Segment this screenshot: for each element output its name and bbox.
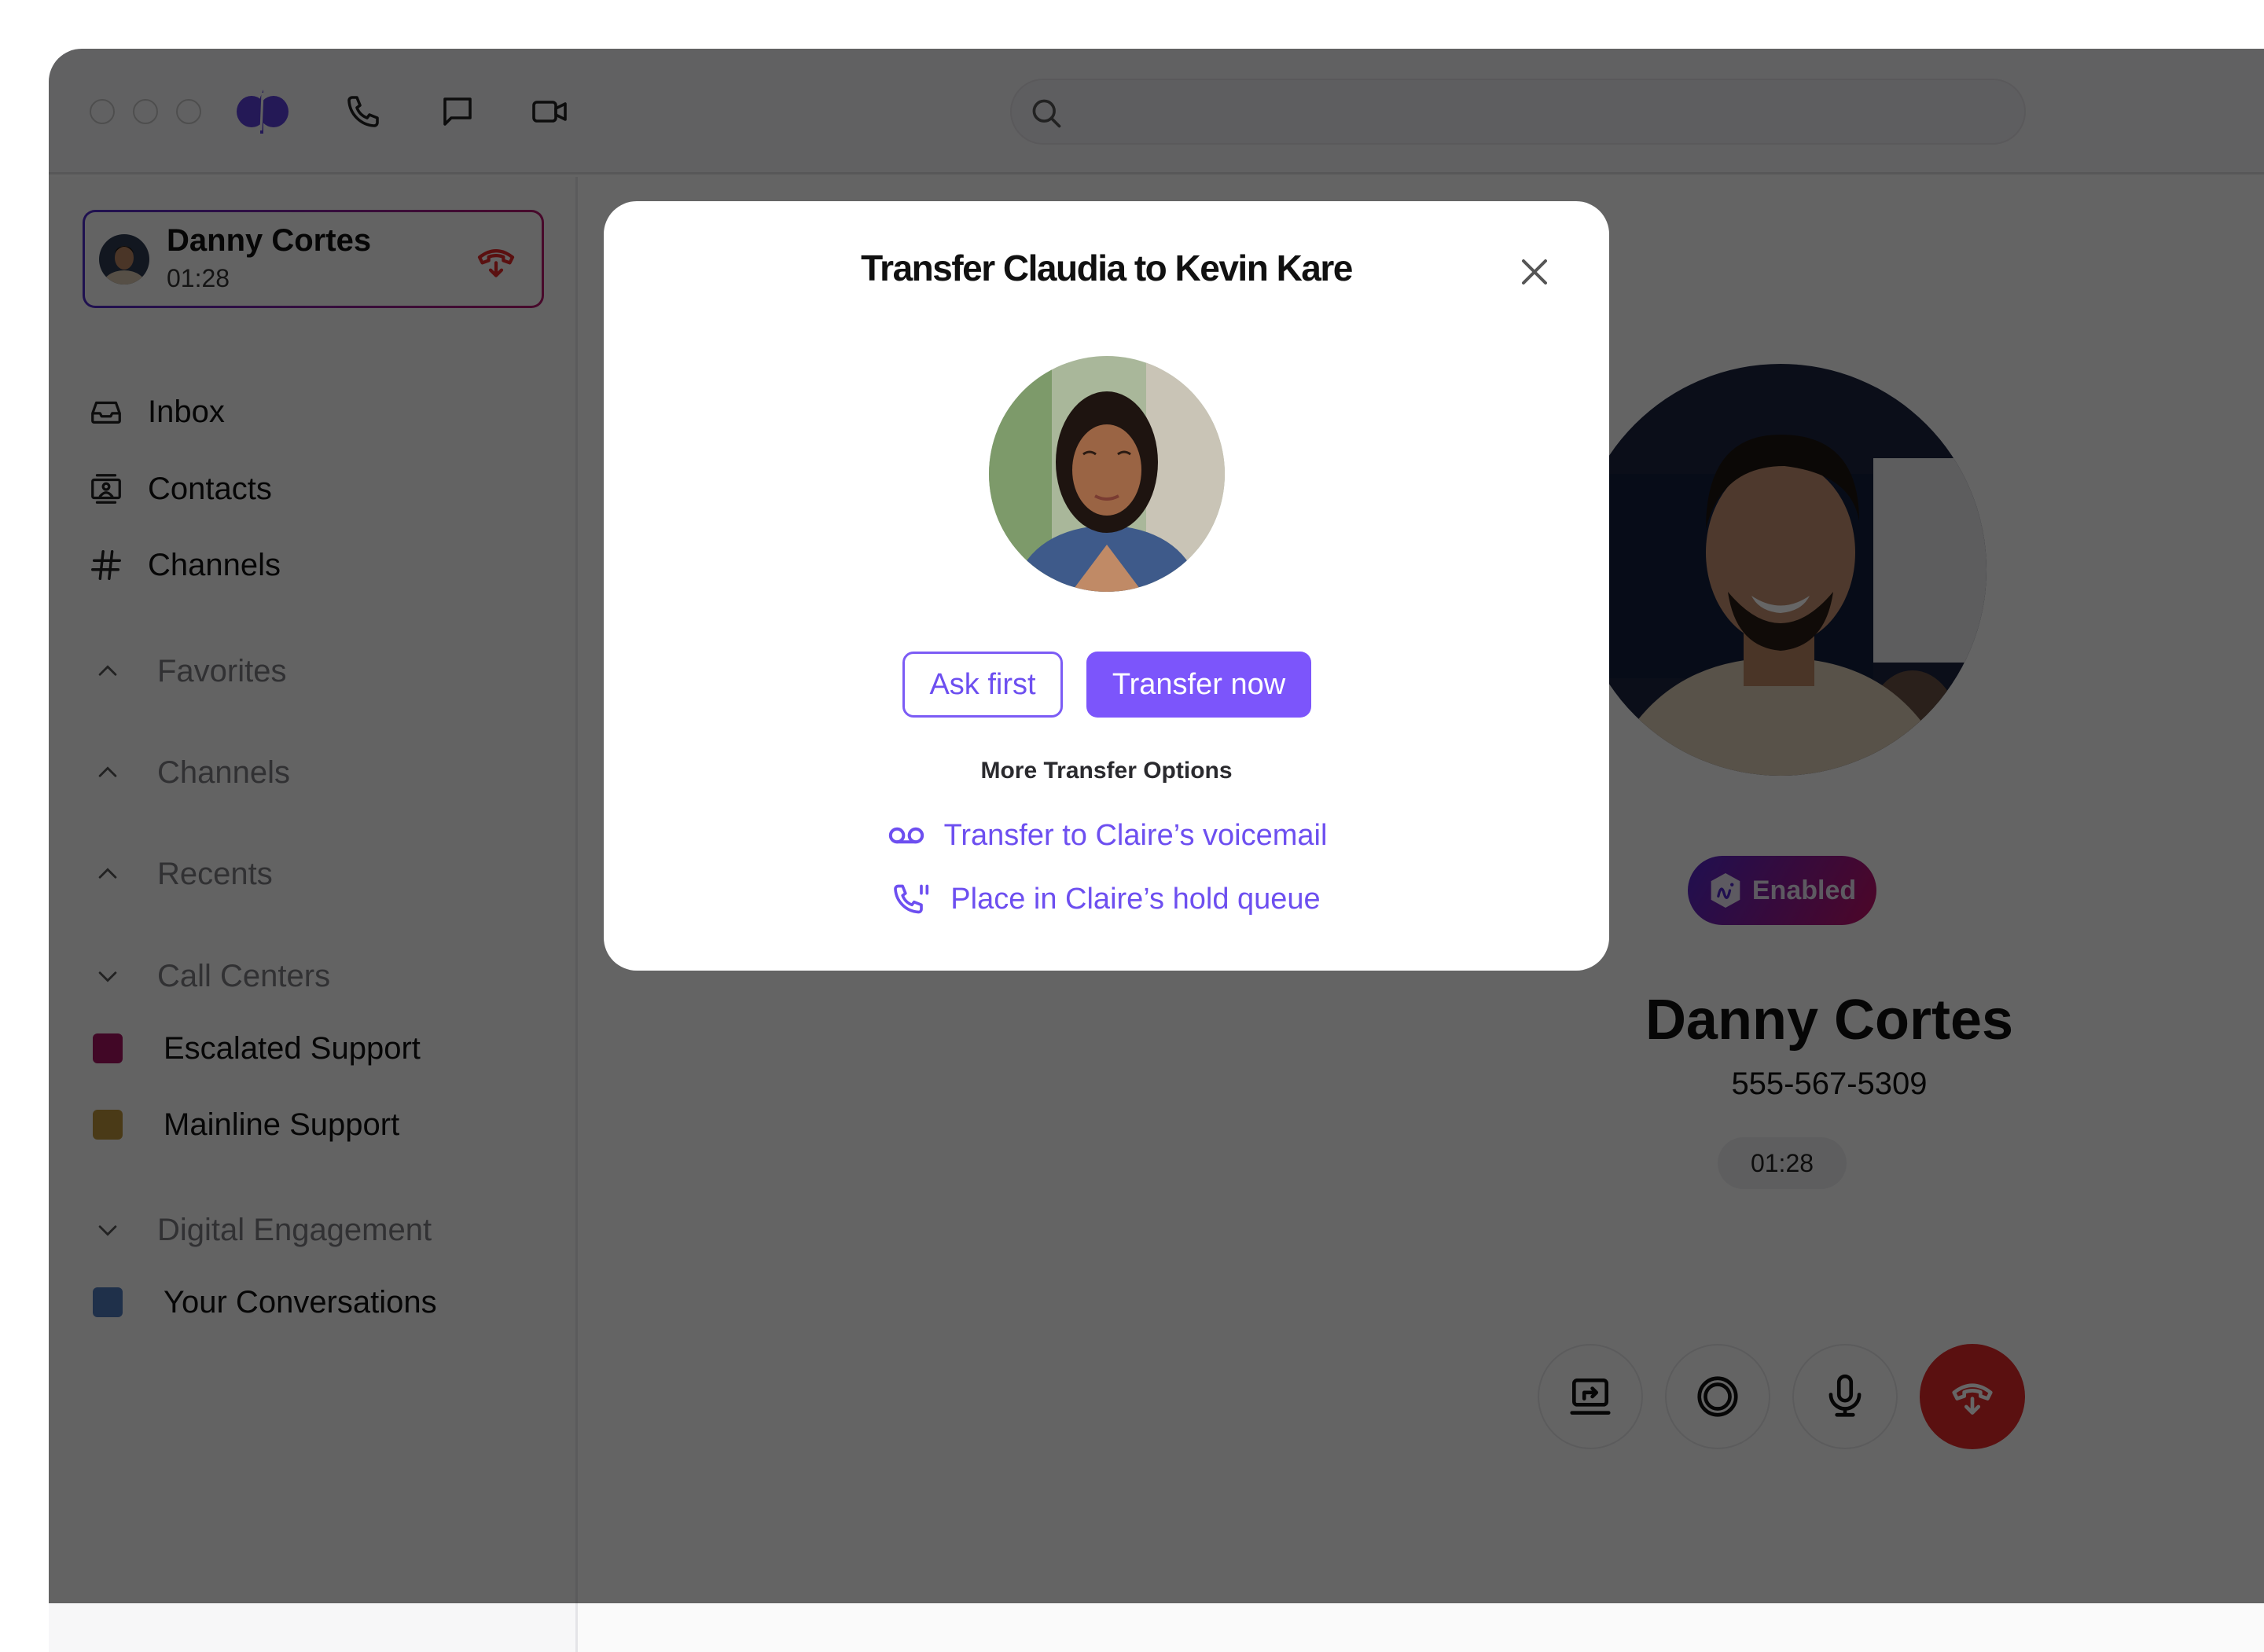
option-label: Place in Claire’s hold queue bbox=[950, 882, 1321, 916]
voicemail-icon bbox=[888, 827, 924, 844]
transfer-modal: Transfer Claudia to Kevin Kare Ask first… bbox=[604, 201, 1609, 971]
transfer-now-button[interactable]: Transfer now bbox=[1086, 652, 1311, 718]
phone-hold-icon bbox=[894, 884, 929, 914]
modal-title: Transfer Claudia to Kevin Kare bbox=[861, 248, 1353, 288]
close-icon[interactable] bbox=[1516, 253, 1553, 291]
transfer-to-voicemail-option[interactable]: Transfer to Claire’s voicemail bbox=[604, 818, 1609, 853]
more-options-title: More Transfer Options bbox=[980, 758, 1233, 784]
transfer-target-avatar bbox=[989, 356, 1225, 592]
option-label: Transfer to Claire’s voicemail bbox=[943, 818, 1328, 852]
ask-first-button[interactable]: Ask first bbox=[902, 652, 1063, 718]
place-in-hold-queue-option[interactable]: Place in Claire’s hold queue bbox=[604, 882, 1609, 916]
